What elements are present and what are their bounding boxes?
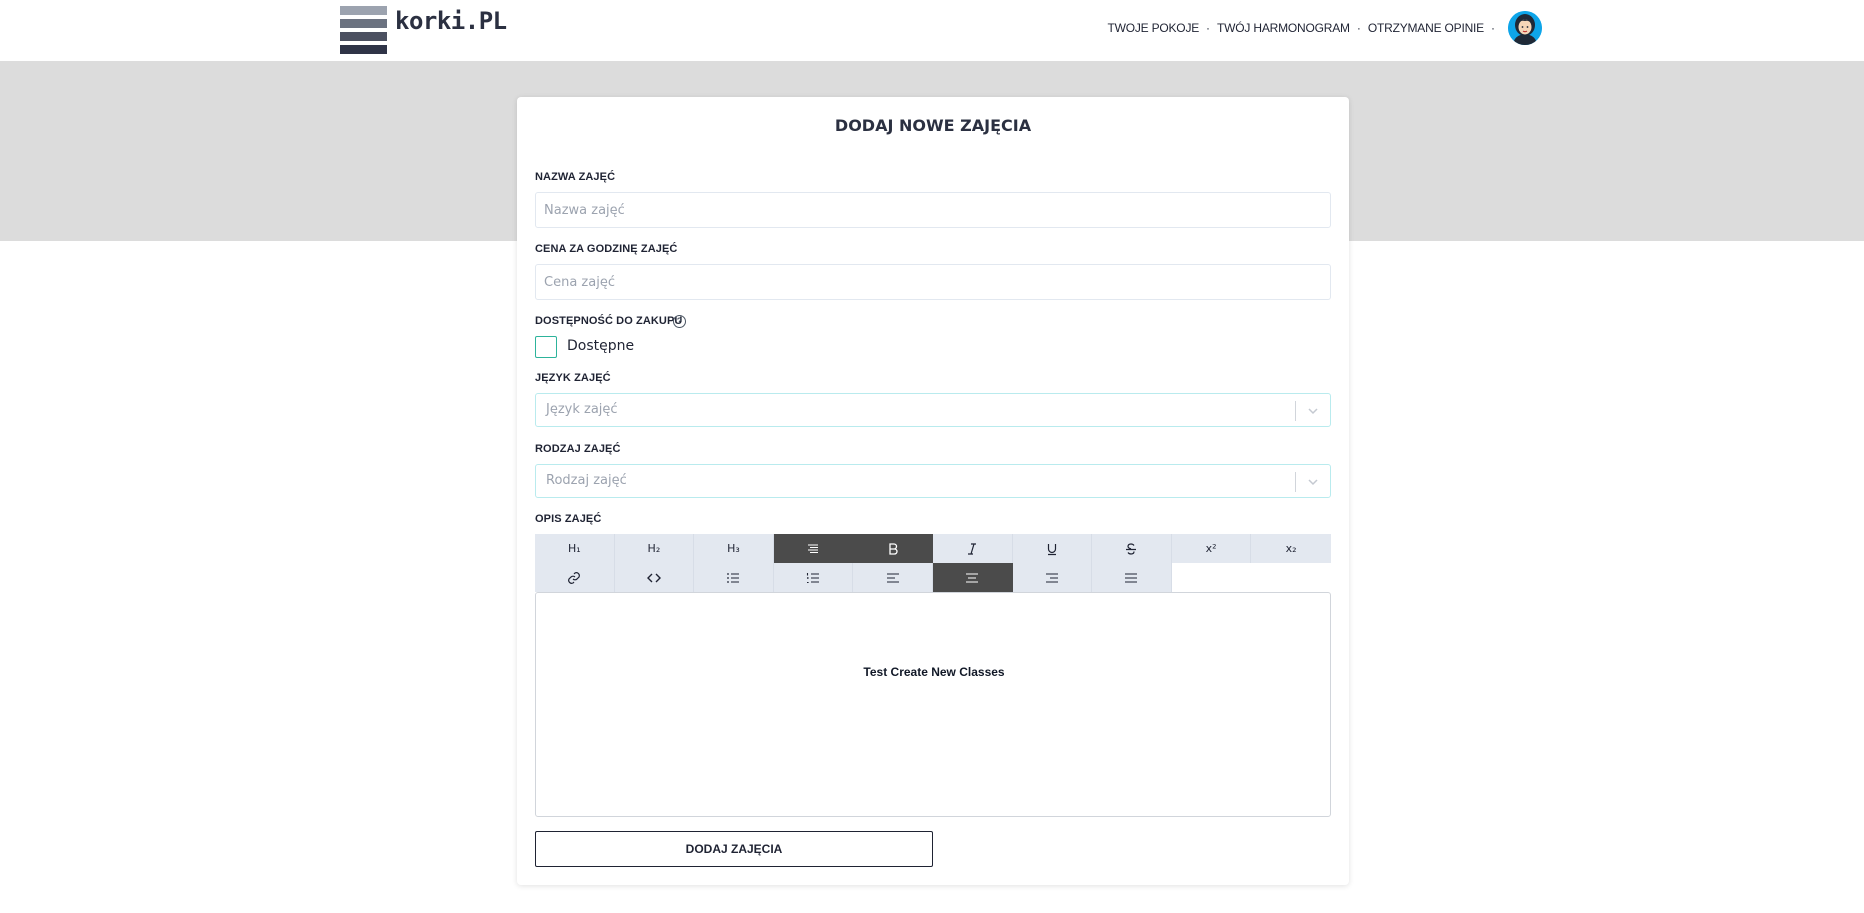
align-right-icon	[1045, 572, 1058, 583]
bold-icon	[889, 542, 898, 555]
nav-separator: ·	[1356, 21, 1361, 35]
language-label: JĘZYK ZAJĘĆ	[535, 372, 611, 384]
logo-bars-icon	[340, 6, 387, 54]
bold-button[interactable]	[853, 534, 933, 563]
align-justify-icon	[1125, 572, 1138, 583]
availability-label: DOSTĘPNOŚĆ DO ZAKUPU	[535, 315, 683, 327]
price-input[interactable]	[535, 264, 1331, 300]
nav-link-rooms[interactable]: TWOJE POKOJE	[1107, 21, 1199, 35]
nav-separator: ·	[1206, 21, 1211, 35]
subscript-button[interactable]: x₂	[1251, 534, 1331, 563]
main-nav: TWOJE POKOJE · TWÓJ HARMONOGRAM · OTRZYM…	[1107, 11, 1542, 45]
superscript-button[interactable]: x²	[1171, 534, 1252, 563]
class-type-select[interactable]: Rodzaj zajęć	[535, 464, 1331, 498]
add-class-button[interactable]: DODAJ ZAJĘCIA	[535, 831, 933, 867]
chevron-down-icon	[1308, 479, 1318, 486]
select-separator	[1295, 401, 1296, 421]
class-name-input[interactable]	[535, 192, 1331, 228]
link-button[interactable]	[535, 563, 615, 592]
brand-logo[interactable]: korki.PL	[340, 6, 507, 54]
subscript-icon: x₂	[1285, 542, 1297, 555]
chevron-down-icon	[1308, 408, 1318, 415]
logo-bar	[340, 19, 387, 28]
description-editor[interactable]: Test Create New Classes	[535, 592, 1331, 817]
top-navbar: korki.PL TWOJE POKOJE · TWÓJ HARMONOGRAM…	[0, 0, 1864, 61]
add-class-card: DODAJ NOWE ZAJĘCIA NAZWA ZAJĘĆ CENA ZA G…	[517, 97, 1349, 885]
italic-button[interactable]	[932, 534, 1013, 563]
bullet-list-button[interactable]	[694, 563, 774, 592]
language-select-placeholder: Język zajęć	[546, 402, 618, 417]
nav-link-reviews[interactable]: OTRZYMANE OPINIE	[1368, 21, 1484, 35]
ordered-list-icon	[806, 572, 820, 583]
heading-1-button[interactable]: H₁	[535, 534, 615, 563]
underline-button[interactable]	[1012, 534, 1093, 563]
ordered-list-button[interactable]	[773, 563, 854, 592]
heading-1-icon: H₁	[567, 542, 581, 555]
strikethrough-button[interactable]	[1092, 534, 1172, 563]
paragraph-button[interactable]	[773, 534, 854, 563]
underline-icon	[1047, 543, 1056, 555]
link-icon	[568, 571, 581, 584]
logo-text: korki.PL	[395, 7, 507, 35]
available-checkbox[interactable]	[535, 336, 557, 358]
align-right-button[interactable]	[1012, 563, 1093, 592]
code-button[interactable]	[614, 563, 695, 592]
available-checkbox-label[interactable]: Dostępne	[567, 338, 634, 354]
align-center-button[interactable]	[932, 563, 1013, 592]
logo-bar	[340, 6, 387, 15]
select-separator	[1295, 472, 1296, 492]
bullet-list-icon	[727, 572, 740, 583]
editor-toolbar: H₁ H₂ H₃ x² x₂	[535, 534, 1331, 592]
logo-bar	[340, 32, 387, 41]
editor-content[interactable]: Test Create New Classes	[536, 665, 1332, 679]
logo-bar	[340, 45, 387, 54]
toolbar-row: H₁ H₂ H₃ x² x₂	[535, 534, 1331, 563]
description-label: OPIS ZAJĘĆ	[535, 513, 602, 525]
heading-3-icon: H₃	[727, 542, 740, 555]
strikethrough-icon	[1126, 542, 1137, 555]
language-select[interactable]: Język zajęć	[535, 393, 1331, 427]
heading-2-icon: H₂	[647, 542, 661, 555]
nav-link-schedule[interactable]: TWÓJ HARMONOGRAM	[1217, 21, 1350, 35]
align-left-button[interactable]	[853, 563, 933, 592]
align-justify-button[interactable]	[1092, 563, 1172, 592]
class-type-label: RODZAJ ZAJĘĆ	[535, 443, 621, 455]
heading-3-button[interactable]: H₃	[694, 534, 774, 563]
heading-2-button[interactable]: H₂	[614, 534, 695, 563]
paragraph-icon	[808, 543, 819, 553]
toolbar-row	[535, 563, 1331, 592]
class-name-label: NAZWA ZAJĘĆ	[535, 171, 616, 183]
italic-icon	[968, 542, 977, 555]
code-icon	[646, 573, 661, 582]
superscript-icon: x²	[1205, 542, 1217, 555]
align-center-icon	[966, 572, 979, 583]
nav-separator: ·	[1491, 21, 1495, 35]
price-label: CENA ZA GODZINĘ ZAJĘĆ	[535, 243, 678, 255]
class-type-select-placeholder: Rodzaj zajęć	[546, 473, 627, 488]
user-avatar[interactable]	[1508, 11, 1542, 45]
align-left-icon	[886, 572, 899, 583]
page-title: DODAJ NOWE ZAJĘCIA	[834, 116, 1032, 135]
help-icon[interactable]: ?	[673, 315, 686, 328]
avatar-icon	[1508, 11, 1542, 45]
